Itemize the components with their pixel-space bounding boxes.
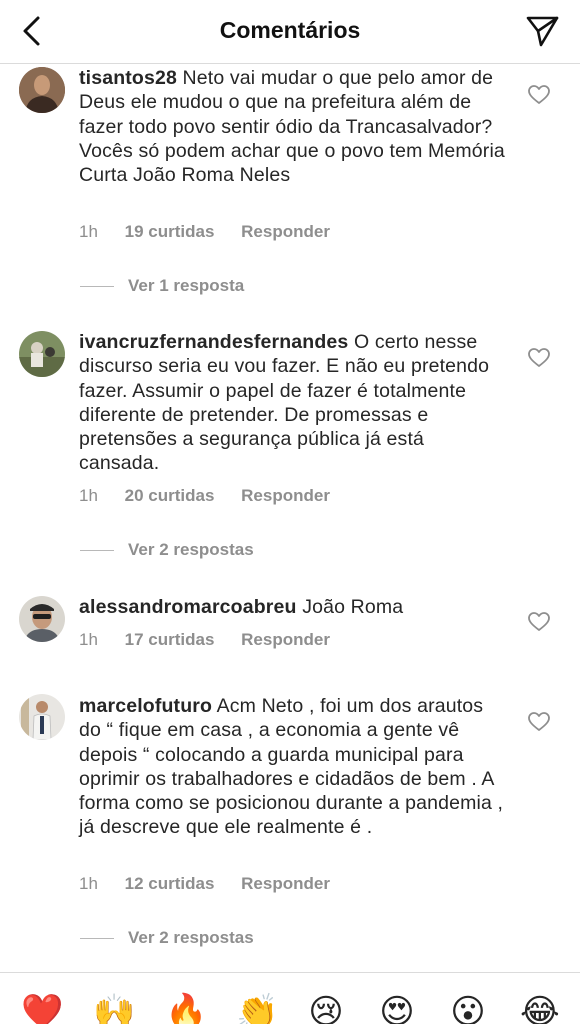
raised-hands-emoji-icon[interactable]: 🙌 (93, 993, 135, 1024)
view-replies-label[interactable]: Ver 2 respostas (128, 928, 254, 948)
avatar[interactable] (19, 694, 65, 740)
avatar[interactable] (19, 596, 65, 642)
comment-text: tisantos28 Neto vai mudar o que pelo amo… (79, 66, 509, 187)
comment-username[interactable]: marcelofuturo (79, 695, 212, 717)
likes-count[interactable]: 17 curtidas (125, 630, 215, 649)
reply-button[interactable]: Responder (241, 486, 330, 505)
comment-text: alessandromarcoabreu João Roma (79, 595, 509, 619)
heart-outline-icon[interactable] (528, 348, 550, 368)
view-replies-label[interactable]: Ver 1 resposta (128, 276, 244, 296)
divider (80, 937, 114, 939)
comment-time: 1h (79, 222, 98, 241)
avatar[interactable] (19, 331, 65, 377)
comment-text: ivancruzfernandesfernandes O certo nesse… (79, 330, 509, 476)
comment-username[interactable]: alessandromarcoabreu (79, 596, 297, 618)
likes-count[interactable]: 20 curtidas (125, 486, 215, 505)
comment-meta: 1h 19 curtidas Responder (79, 222, 352, 242)
avatar[interactable] (19, 67, 65, 113)
top-bar: Comentários (0, 0, 580, 64)
heart-eyes-emoji-icon[interactable]: 😍 (378, 993, 416, 1024)
divider (80, 285, 114, 287)
heart-outline-icon[interactable] (528, 612, 550, 632)
page-title: Comentários (219, 17, 361, 43)
comment-time: 1h (79, 630, 98, 649)
heart-outline-icon[interactable] (528, 85, 550, 105)
comment-username[interactable]: tisantos28 (79, 67, 177, 89)
fire-emoji-icon[interactable]: 🔥 (165, 993, 207, 1024)
view-replies-button[interactable]: Ver 2 respostas (80, 540, 254, 560)
surprised-face-emoji-icon[interactable]: 😮 (449, 993, 487, 1024)
heart-outline-icon[interactable] (528, 712, 550, 732)
likes-count[interactable]: 12 curtidas (125, 874, 215, 893)
paper-plane-icon[interactable] (524, 14, 560, 48)
likes-count[interactable]: 19 curtidas (125, 222, 215, 241)
reply-button[interactable]: Responder (241, 222, 330, 241)
comment-time: 1h (79, 874, 98, 893)
clapping-hands-emoji-icon[interactable]: 👏 (236, 993, 278, 1024)
emoji-reaction-bar: ❤️ 🙌 🔥 👏 😢 😍 😮 😂 (0, 972, 580, 1024)
view-replies-button[interactable]: Ver 2 respostas (80, 928, 254, 948)
view-replies-label[interactable]: Ver 2 respostas (128, 540, 254, 560)
heart-emoji-icon[interactable]: ❤️ (21, 993, 63, 1024)
reply-button[interactable]: Responder (241, 630, 330, 649)
divider (80, 549, 114, 551)
comment-username[interactable]: ivancruzfernandesfernandes (79, 331, 348, 353)
comment-body: João Roma (302, 596, 404, 618)
comment-meta: 1h 17 curtidas Responder (79, 630, 352, 650)
reply-button[interactable]: Responder (241, 874, 330, 893)
comment-time: 1h (79, 486, 98, 505)
comment-meta: 1h 20 curtidas Responder (79, 486, 352, 506)
view-replies-button[interactable]: Ver 1 resposta (80, 276, 244, 296)
comment-meta: 1h 12 curtidas Responder (79, 874, 352, 894)
tears-of-joy-emoji-icon[interactable]: 😂 (520, 993, 560, 1024)
comment-text: marcelofuturo Acm Neto , foi um dos arau… (79, 694, 509, 840)
crying-face-emoji-icon[interactable]: 😢 (307, 993, 345, 1024)
